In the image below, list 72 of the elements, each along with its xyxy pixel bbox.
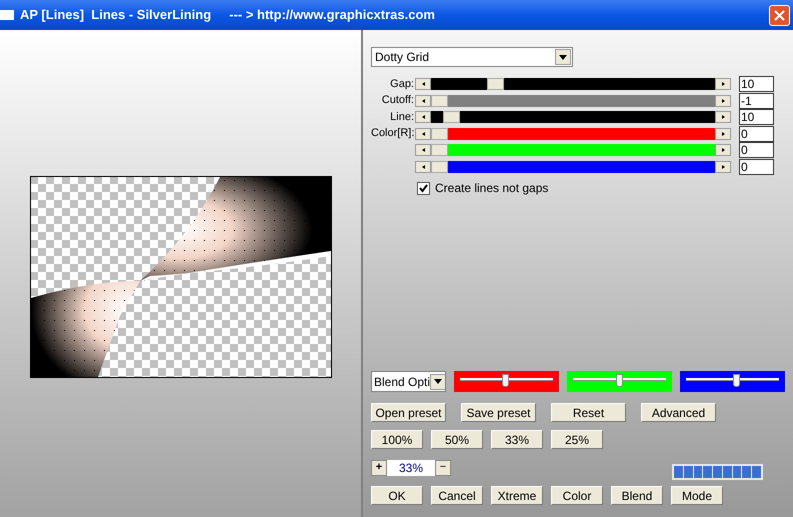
slider-label: Line: [389,110,415,125]
zoom-level-button[interactable]: 50% [431,430,483,449]
scroll-left-button[interactable] [415,128,431,140]
left-arrow-icon [422,148,424,152]
slider-label: Color[R]: [371,126,415,142]
scroll-left-button[interactable] [415,78,431,90]
slider-thumb[interactable] [443,111,460,123]
scroll-right-button[interactable] [715,94,731,106]
value-field[interactable]: 0 [739,142,774,158]
effect-dropdown[interactable]: Dotty Grid [371,47,573,67]
right-arrow-icon [722,115,724,119]
zoom-out-button[interactable]: − [435,460,451,476]
value-field[interactable]: 10 [739,76,774,92]
scroll-right-button[interactable] [715,144,731,156]
right-arrow-icon [722,132,724,136]
window-title: AP [Lines] Lines - SilverLining --- > http://www.graphicxtras.com [20,6,435,24]
scroll-left-button[interactable] [415,160,431,172]
zoom-in-button[interactable]: + [371,460,387,476]
slider-label: Cutoff: [380,93,415,108]
scroll-right-button[interactable] [715,78,731,90]
right-arrow-icon [722,148,724,152]
check-icon [419,184,428,192]
scroll-left-button[interactable] [415,144,431,156]
slider-thumb[interactable] [616,374,623,387]
zoom-level-button[interactable]: 25% [551,430,603,449]
blend-slider[interactable] [567,371,672,392]
dialog-button[interactable]: Color [551,486,603,505]
right-arrow-icon [722,164,724,168]
value-field[interactable]: 10 [739,109,774,125]
blend-slider[interactable] [454,371,559,392]
checkbox-label: Create lines not gaps [435,180,548,197]
right-arrow-icon [722,98,724,102]
dialog-button[interactable]: Mode [671,486,723,505]
blend-slider[interactable] [680,371,785,392]
value-field[interactable]: -1 [739,92,774,108]
blend-dropdown[interactable]: Blend Opti [371,371,446,392]
slider-label: Gap: [389,76,415,92]
value-field[interactable]: 0 [739,158,774,174]
left-arrow-icon [422,82,424,86]
right-arrow-icon [722,82,724,86]
slider-thumb[interactable] [431,128,448,140]
preset-button[interactable]: Save preset [461,403,536,422]
slider-thumb[interactable] [487,78,504,90]
preset-button[interactable]: Open preset [371,403,446,422]
scroll-right-button[interactable] [715,160,731,172]
zoom-level-button[interactable]: 33% [491,430,543,449]
scroll-left-button[interactable] [415,111,431,123]
dialog-button[interactable]: Xtreme [491,486,543,505]
slider-thumb[interactable] [733,374,740,387]
preset-button[interactable]: Reset [551,403,626,422]
checkbox[interactable] [417,182,430,194]
left-arrow-icon [422,132,424,136]
slider-thumb[interactable] [431,94,448,106]
close-icon [774,10,785,20]
zoom-field[interactable]: 33% [387,460,435,476]
dialog-button[interactable]: Blend [611,486,663,505]
scroll-right-button[interactable] [715,128,731,140]
dialog-button[interactable]: Cancel [431,486,483,505]
scroll-right-button[interactable] [715,111,731,123]
scroll-left-button[interactable] [415,94,431,106]
close-button[interactable] [769,4,790,26]
value-field[interactable]: 0 [739,126,774,142]
zoom-level-button[interactable]: 100% [371,430,423,449]
slider-thumb[interactable] [502,374,510,387]
dialog-button[interactable]: OK [371,486,423,505]
preset-button[interactable]: Advanced [641,403,716,422]
slider-thumb[interactable] [431,160,448,172]
slider-thumb[interactable] [431,144,448,156]
left-arrow-icon [422,115,424,119]
window-icon [0,10,14,20]
left-arrow-icon [422,164,424,168]
left-arrow-icon [422,98,424,102]
